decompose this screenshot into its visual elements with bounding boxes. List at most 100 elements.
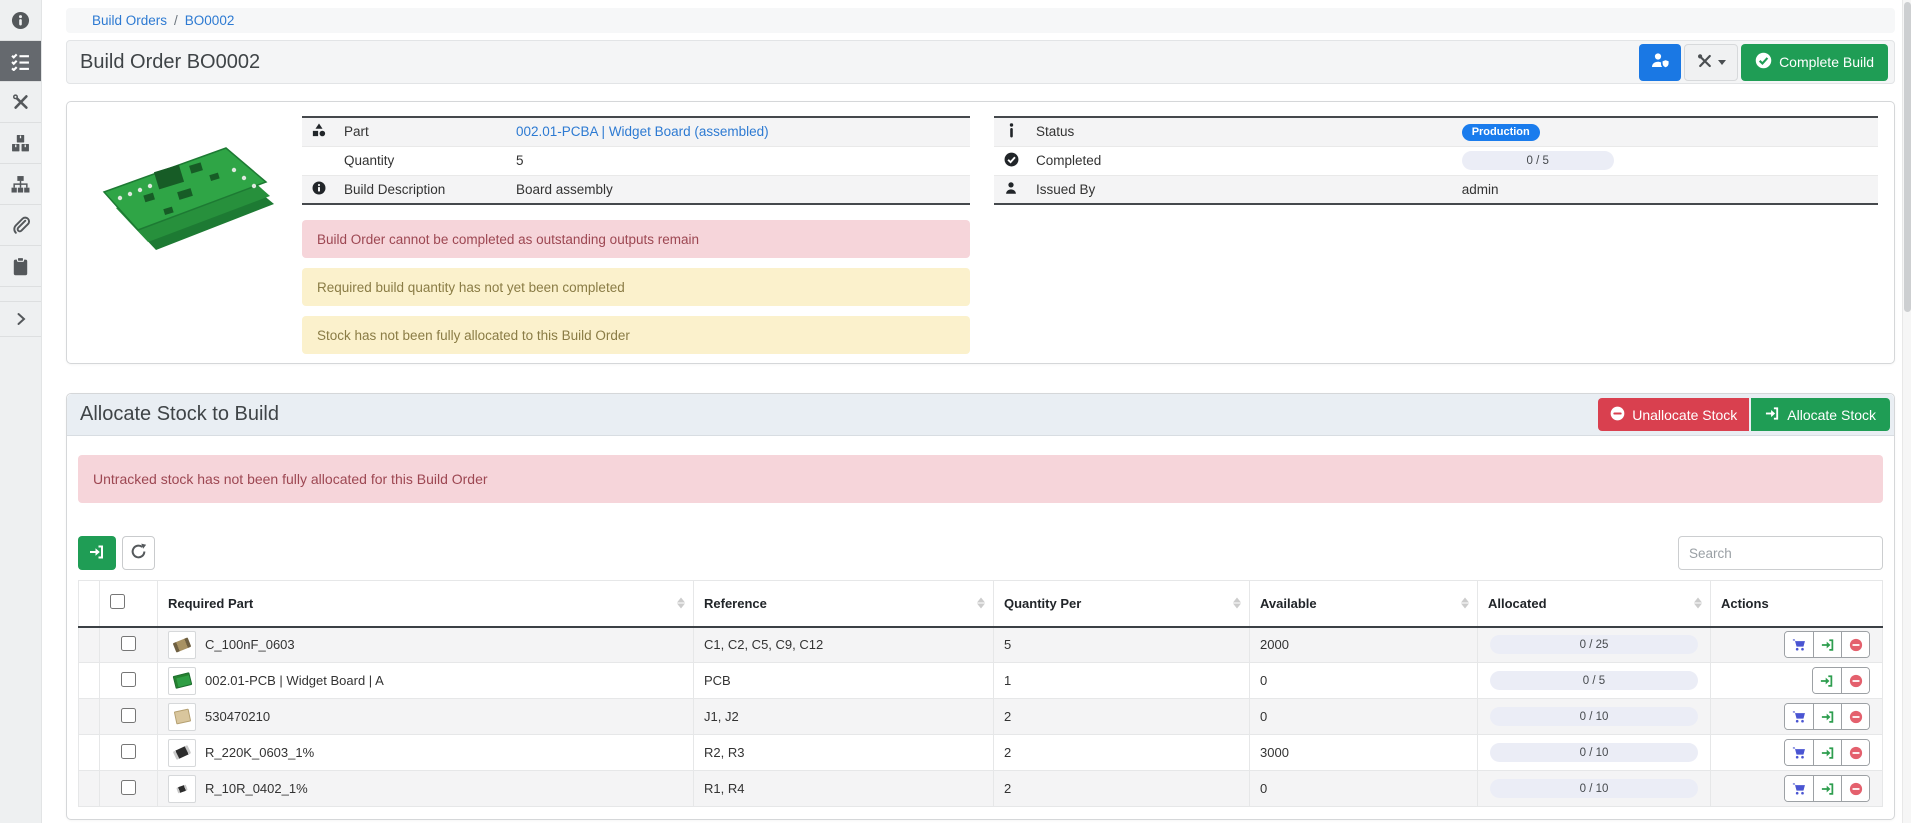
column-header-reference[interactable]: Reference [694, 581, 994, 627]
quantity-per-cell: 2 [994, 771, 1250, 807]
allocate-row-button[interactable] [1813, 704, 1841, 729]
sidebar [0, 0, 42, 823]
part-link[interactable]: R_10R_0402_1% [205, 781, 308, 796]
allocate-selected-button[interactable] [78, 536, 116, 570]
remove-allocation-button[interactable] [1841, 632, 1869, 657]
allocate-stock-button[interactable]: Allocate Stock [1751, 398, 1890, 431]
breadcrumb-separator: / [174, 13, 178, 28]
breadcrumb-link-build-orders[interactable]: Build Orders [92, 13, 167, 28]
row-actions [1784, 703, 1870, 730]
connector-thumb[interactable] [168, 703, 196, 731]
row-checkbox[interactable] [121, 672, 136, 687]
page-scrollbar[interactable] [1902, 0, 1911, 823]
cubes-icon [11, 134, 30, 153]
alert-quantity-incomplete: Required build quantity has not yet been… [302, 268, 970, 306]
allocated-progress: 0 / 10 [1490, 707, 1698, 726]
allocate-toolbar [78, 536, 1883, 570]
cart-button[interactable] [1785, 776, 1813, 801]
cart-button[interactable] [1785, 632, 1813, 657]
part-link[interactable]: 002.01-PCBA | Widget Board (assembled) [516, 124, 769, 139]
part-link[interactable]: 530470210 [205, 709, 270, 724]
part-link[interactable]: R_220K_0603_1% [205, 745, 314, 760]
remove-allocation-button[interactable] [1841, 776, 1869, 801]
select-all-header [100, 581, 158, 627]
sidebar-item-attachments[interactable] [0, 205, 41, 246]
info-circle-icon [312, 183, 326, 198]
details-right-column: Status Production Completed 0 / 5 Issued… [994, 116, 1878, 349]
allocated-progress: 0 / 5 [1490, 671, 1698, 690]
refresh-table-button[interactable] [122, 536, 155, 570]
sidebar-item-details[interactable] [0, 0, 41, 41]
remove-allocation-button[interactable] [1841, 740, 1869, 765]
cart-button[interactable] [1785, 740, 1813, 765]
row-checkbox[interactable] [121, 636, 136, 651]
refresh-icon [130, 543, 147, 563]
allocated-progress: 0 / 10 [1490, 743, 1698, 762]
description-value: Board assembly [508, 175, 970, 204]
search-input[interactable] [1678, 536, 1883, 570]
build-status-table: Status Production Completed 0 / 5 Issued… [994, 116, 1878, 205]
part-link[interactable]: C_100nF_0603 [205, 637, 295, 652]
part-link[interactable]: 002.01-PCB | Widget Board | A [205, 673, 384, 688]
allocate-row-button[interactable] [1813, 668, 1841, 693]
row-checkbox[interactable] [121, 744, 136, 759]
quantity-value: 5 [508, 146, 970, 175]
column-label: Available [1260, 596, 1317, 611]
pcb-thumb[interactable] [168, 667, 196, 695]
reference-cell: J1, J2 [694, 699, 994, 735]
completed-label: Completed [1028, 146, 1454, 175]
page-title: Build Order BO0002 [80, 51, 260, 74]
sort-icon [1233, 598, 1241, 609]
table-row: 002.01-PCB | Widget Board | A PCB 1 0 0 … [79, 663, 1883, 699]
select-all-checkbox[interactable] [110, 594, 125, 609]
column-header-quantity-per[interactable]: Quantity Per [994, 581, 1250, 627]
column-header-required-part[interactable]: Required Part [158, 581, 694, 627]
table-row: C_100nF_0603 C1, C2, C5, C9, C12 5 2000 … [79, 627, 1883, 663]
info-circle-icon [11, 11, 30, 30]
page-header-actions: Complete Build [1639, 44, 1888, 81]
sidebar-expand-button[interactable] [0, 301, 41, 337]
sidebar-item-notes[interactable] [0, 246, 41, 287]
allocate-header-buttons: Unallocate Stock Allocate Stock [1598, 398, 1890, 431]
info-icon [1008, 126, 1015, 141]
resistor-0402-thumb[interactable] [168, 775, 196, 803]
reference-cell: PCB [694, 663, 994, 699]
sort-icon [677, 598, 685, 609]
column-header-available[interactable]: Available [1250, 581, 1478, 627]
description-row: Build Description Board assembly [302, 175, 970, 204]
complete-build-button[interactable]: Complete Build [1741, 44, 1888, 81]
remove-allocation-button[interactable] [1841, 668, 1869, 693]
row-checkbox[interactable] [121, 780, 136, 795]
allocate-section-title: Allocate Stock to Build [80, 403, 279, 426]
sidebar-item-allocate-stock[interactable] [0, 41, 41, 82]
sidebar-item-child-builds[interactable] [0, 164, 41, 205]
available-cell: 0 [1250, 699, 1478, 735]
column-header-allocated[interactable]: Allocated [1478, 581, 1711, 627]
part-image[interactable] [83, 116, 288, 286]
details-left-column: Part 002.01-PCBA | Widget Board (assembl… [302, 116, 970, 349]
remove-allocation-button[interactable] [1841, 704, 1869, 729]
column-label: Quantity Per [1004, 596, 1081, 611]
sort-icon [977, 598, 985, 609]
completed-row: Completed 0 / 5 [994, 146, 1878, 175]
allocate-row-button[interactable] [1813, 776, 1841, 801]
cart-button[interactable] [1785, 704, 1813, 729]
allocate-row-button[interactable] [1813, 740, 1841, 765]
unallocate-stock-button[interactable]: Unallocate Stock [1598, 398, 1749, 431]
shapes-icon [312, 125, 326, 140]
resistor-0603-thumb[interactable] [168, 739, 196, 767]
sidebar-item-completed-outputs[interactable] [0, 123, 41, 164]
user-shield-icon [1651, 52, 1670, 72]
available-cell: 0 [1250, 663, 1478, 699]
table-row: R_10R_0402_1% R1, R4 2 0 0 / 10 [79, 771, 1883, 807]
admin-button[interactable] [1639, 44, 1681, 81]
allocate-row-button[interactable] [1813, 632, 1841, 657]
breadcrumb-link-bo0002[interactable]: BO0002 [185, 13, 235, 28]
page-scrollbar-thumb[interactable] [1904, 2, 1911, 312]
untracked-stock-alert: Untracked stock has not been fully alloc… [78, 455, 1883, 503]
sidebar-item-build-outputs[interactable] [0, 82, 41, 123]
tools-icon [1697, 53, 1713, 72]
capacitor-thumb[interactable] [168, 631, 196, 659]
row-checkbox[interactable] [121, 708, 136, 723]
build-actions-menu-button[interactable] [1684, 44, 1738, 81]
